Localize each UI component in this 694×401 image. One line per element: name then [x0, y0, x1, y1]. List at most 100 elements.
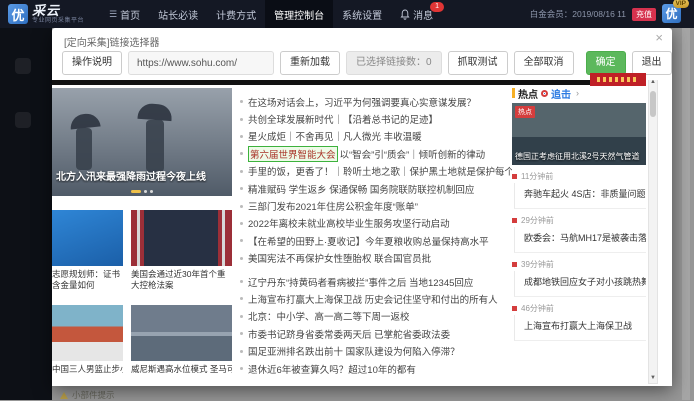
hot-item-title[interactable]: 欧委会：马航MH17是被袭击落	[514, 227, 646, 253]
hot-title: 热点	[518, 86, 538, 101]
headline-text: 退休近6年被查算久吗？超过10年的都有	[248, 362, 416, 376]
url-input[interactable]	[128, 51, 274, 75]
main-menu: ☰ 首页 站长必读 计费方式 管理控制台 系统设置 消息 1	[100, 0, 442, 28]
dimmed-sidebar-icon	[15, 58, 31, 74]
menu-item-pricing[interactable]: 计费方式	[207, 0, 265, 28]
carousel-dot[interactable]	[150, 190, 153, 193]
hot-item[interactable]: 39分钟前 成都地铁回应女子对小孩跳热舞	[512, 258, 646, 297]
brand-name: 采云	[32, 4, 84, 17]
bullet-icon	[240, 187, 243, 190]
bullet-icon	[240, 222, 243, 225]
dimmed-sidebar-icon	[15, 112, 31, 128]
headline-item[interactable]: 共创全球发展新时代｜【沿着总书记的足迹】	[240, 110, 512, 127]
headline-item[interactable]: 市委书记跻身省委常委两天后 已掌舵省委政法委	[240, 325, 512, 342]
chase-title: 追击	[551, 86, 571, 101]
dialog-toolbar: 操作说明 重新加载 已选择链接数：0 抓取测试 全部取消 确定 退出	[52, 46, 672, 80]
bullet-icon	[240, 239, 243, 242]
cancel-all-button[interactable]: 全部取消	[514, 51, 574, 75]
brand-block: 采云 专业网页采集平台	[32, 4, 84, 24]
headline-item[interactable]: 北京：中小学、高一高二等下周一返校	[240, 308, 512, 325]
headline-item[interactable]: 【在希望的田野上·夏收记】今年夏粮收购总量保持高水平	[240, 232, 512, 249]
promo-banner-text	[597, 77, 639, 82]
carousel-dot-active[interactable]	[131, 190, 141, 193]
news-card[interactable]: 中国三人男篮止步小组赛	[52, 305, 123, 375]
scrollbar-thumb[interactable]	[650, 91, 656, 117]
confirm-button[interactable]: 确定	[586, 51, 626, 75]
news-card[interactable]: 志愿规划师：证书含金量如何	[52, 210, 123, 291]
hot-item-title[interactable]: 奔驰车起火 4S店：非质量问题	[514, 183, 646, 209]
promo-banner[interactable]	[590, 73, 646, 86]
news-card-image	[131, 210, 232, 266]
hot-item-list: 11分钟前 奔驰车起火 4S店：非质量问题 29分钟前 欧委会：马航MH17是被…	[512, 170, 646, 341]
headline-item[interactable]: 第六届世界智能大会 以“智会”引“质会”｜倾听创新的律动	[240, 145, 512, 162]
headline-item[interactable]: 上海宣布打赢大上海保卫战 历史会记住坚守和付出的所有人	[240, 290, 512, 307]
carousel-caption[interactable]: 北方入汛来最强降雨过程今夜上线	[56, 168, 230, 183]
carousel-dot[interactable]	[144, 190, 147, 193]
hot-item-time: 29分钟前	[521, 215, 554, 226]
headline-text: 以“智会”引“质会”｜倾听创新的律动	[340, 147, 486, 161]
news-card[interactable]: 威尼斯遇高水位模式 圣马可广场被淹	[131, 305, 232, 375]
bullet-icon	[240, 170, 243, 173]
headline-item[interactable]: 辽宁丹东“持黄码者看病被拦”事件之后 当地12345回应	[240, 273, 512, 290]
headline-item[interactable]: 退休近6年被查算久吗？超过10年的都有	[240, 360, 512, 377]
grab-test-button[interactable]: 抓取测试	[448, 51, 508, 75]
headline-text: 【在希望的田野上·夏收记】今年夏粮收购总量保持高水平	[248, 234, 489, 248]
bullet-icon	[240, 350, 243, 353]
hot-item-title[interactable]: 成都地铁回应女子对小孩跳热舞	[514, 271, 646, 297]
bullet-icon	[240, 332, 243, 335]
red-square-icon	[512, 262, 517, 267]
headline-item[interactable]: 手里的饭，更香了！｜聆听土地之歌｜保护黑土地就是保护每个…	[240, 163, 512, 180]
headline-text: 在这场对话会上，习近平为何强调要真心实意谋发展？	[248, 95, 476, 109]
brand-logo[interactable]: 优	[8, 4, 28, 24]
headline-item[interactable]: 精准赋码 学生返乡 保通保畅 国务院联防联控机制回应	[240, 180, 512, 197]
hot-lead-story[interactable]: 热点 德国正考虑征用北溪2号天然气管道	[512, 103, 646, 165]
help-button[interactable]: 操作说明	[62, 51, 122, 75]
umbrella-shape	[137, 103, 172, 121]
headline-item[interactable]: 2022年离校未就业高校毕业生服务攻坚行动启动	[240, 215, 512, 232]
main-carousel[interactable]: 北方入汛来最强降雨过程今夜上线	[52, 88, 232, 196]
webpage-scrollbar[interactable]: ▲ ▼	[648, 80, 658, 384]
headline-item[interactable]: 国足亚洲排名跌出前十 国家队建设为何陷入停滞？	[240, 342, 512, 359]
hot-item-title[interactable]: 上海宣布打赢大上海保卫战	[514, 315, 646, 341]
hot-item[interactable]: 11分钟前 奔驰车起火 4S店：非质量问题	[512, 170, 646, 209]
reload-button[interactable]: 重新加载	[280, 51, 340, 75]
news-card-caption: 志愿规划师：证书含金量如何	[52, 269, 123, 291]
menu-item-settings[interactable]: 系统设置	[333, 0, 391, 28]
menu-item-home[interactable]: ☰ 首页	[100, 0, 149, 28]
hot-item-time-row: 11分钟前	[512, 170, 646, 183]
chevron-right-icon[interactable]: ›	[576, 88, 579, 98]
selected-link-highlight[interactable]: 第六届世界智能大会	[248, 146, 338, 162]
headline-column: 在这场对话会上，习近平为何强调要真心实意谋发展？ 共创全球发展新时代｜【沿着总书…	[240, 93, 512, 377]
vip-logo[interactable]: 优 VIP	[662, 4, 682, 24]
menu-item-console[interactable]: 管理控制台	[265, 0, 333, 28]
bullet-icon	[240, 280, 243, 283]
recharge-button[interactable]: 充值	[632, 8, 656, 21]
headline-item[interactable]: 美国宪法不再保护女性堕胎权 联合国官员批	[240, 250, 512, 267]
exit-button[interactable]: 退出	[632, 51, 672, 75]
headline-item[interactable]: 星火成炬｜不舍再见｜凡人微光 丰收温暖	[240, 128, 512, 145]
hot-badge: 热点	[515, 106, 535, 118]
headline-item[interactable]: 三部门发布2021年住房公积金年度“账单”	[240, 197, 512, 214]
headline-text: 精准赋码 学生返乡 保通保畅 国务院联防联控机制回应	[248, 182, 474, 196]
scroll-down-icon[interactable]: ▼	[649, 373, 657, 383]
warning-icon	[60, 392, 68, 399]
news-card-caption: 美国会通过近30年首个重大控枪法案	[131, 269, 232, 291]
toast-text: 小部件提示	[72, 389, 115, 401]
hot-panel-header[interactable]: 热点 追击 ›	[512, 86, 646, 100]
embedded-webpage: 北方入汛来最强降雨过程今夜上线 志愿规划师：证书含金量如何 美国会通过近30年首…	[52, 80, 672, 386]
headline-text: 辽宁丹东“持黄码者看病被拦”事件之后 当地12345回应	[248, 275, 473, 289]
close-icon[interactable]: ×	[655, 31, 663, 45]
headline-item[interactable]: 在这场对话会上，习近平为何强调要真心实意谋发展？	[240, 93, 512, 110]
webpage-viewport: 北方入汛来最强降雨过程今夜上线 志愿规划师：证书含金量如何 美国会通过近30年首…	[52, 80, 672, 386]
headline-list: 在这场对话会上，习近平为何强调要真心实意谋发展？ 共创全球发展新时代｜【沿着总书…	[240, 93, 512, 377]
news-card[interactable]: 美国会通过近30年首个重大控枪法案	[131, 210, 232, 291]
selected-count-box: 已选择链接数：0	[346, 51, 442, 75]
hot-item-time: 11分钟前	[521, 171, 553, 182]
bullet-icon	[240, 297, 243, 300]
hot-item[interactable]: 46分钟前 上海宣布打赢大上海保卫战	[512, 302, 646, 341]
menu-item-must-read[interactable]: 站长必读	[149, 0, 207, 28]
menu-item-messages[interactable]: 消息 1	[391, 0, 442, 28]
hot-item[interactable]: 29分钟前 欧委会：马航MH17是被袭击落	[512, 214, 646, 253]
headline-text: 2022年离校未就业高校毕业生服务攻坚行动启动	[248, 216, 450, 230]
scroll-up-icon[interactable]: ▲	[649, 80, 657, 87]
